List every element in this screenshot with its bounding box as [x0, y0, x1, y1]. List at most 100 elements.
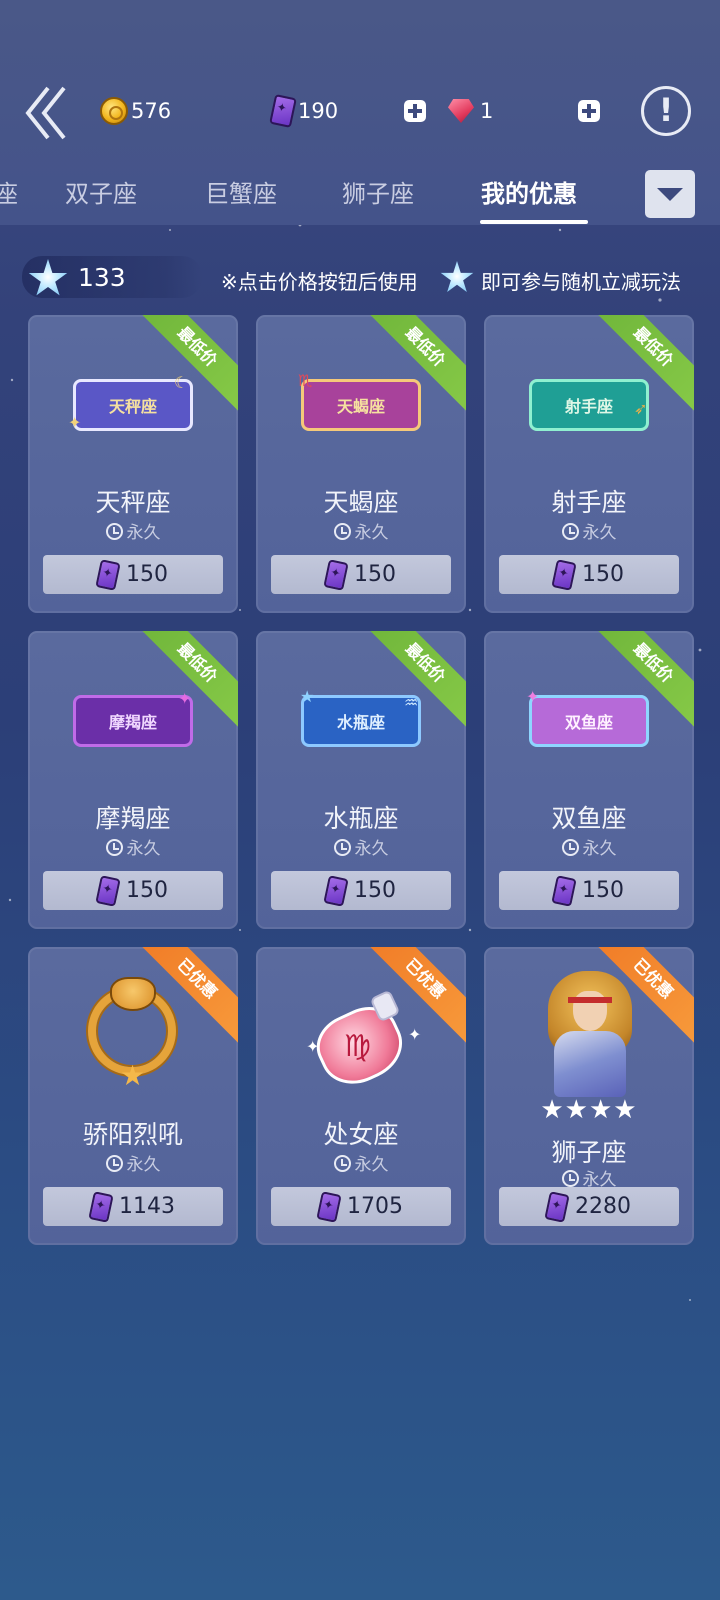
price-button[interactable]: 2280 — [499, 1187, 679, 1226]
frame-preview: 射手座 — [529, 379, 649, 431]
item-card[interactable]: 最低价 双鱼座 ✦ 双鱼座 永久 150 — [484, 631, 694, 929]
clock-icon — [561, 839, 579, 856]
clock-icon — [105, 1155, 123, 1172]
frame-text: 天秤座 — [108, 397, 157, 416]
star-count: 133 — [78, 263, 126, 292]
item-name: 处女座 — [323, 1120, 399, 1149]
tab-partial[interactable]: 座 — [0, 174, 18, 209]
coin-balance: 576 — [100, 96, 171, 126]
scorpion-icon: ♏ — [298, 371, 313, 390]
tab-leo[interactable]: 狮子座 — [342, 174, 414, 209]
price-button[interactable]: 150 — [43, 871, 223, 910]
card-icon — [95, 874, 121, 907]
clock-icon — [333, 523, 351, 540]
item-duration: 永久 — [28, 1150, 238, 1175]
clock-icon — [561, 523, 579, 540]
add-gem-button[interactable] — [578, 100, 600, 122]
frame-preview: 双鱼座 — [529, 695, 649, 747]
star-charm-icon: ★ — [120, 1059, 146, 1092]
frame-text: 射手座 — [564, 397, 613, 416]
card-balance: 190 — [269, 94, 339, 128]
item-duration: 永久 — [256, 518, 466, 543]
tabs-dropdown-button[interactable] — [645, 170, 695, 218]
sparkle-icon: ✦ — [306, 1037, 320, 1056]
tab-gemini[interactable]: 双子座 — [65, 174, 137, 209]
lion-head-icon — [110, 977, 156, 1011]
item-card[interactable]: 已优惠 ★★★★ 狮子座 永久 2280 — [484, 947, 694, 1245]
price-button[interactable]: 150 — [499, 871, 679, 910]
arrow-icon: ➶ — [634, 399, 648, 418]
tab-my-discounts[interactable]: 我的优惠 — [481, 174, 577, 209]
info-button[interactable]: ! — [641, 86, 691, 136]
star-deco-icon: ★ — [300, 687, 315, 706]
item-card[interactable]: 已优惠 ★ 骄阳烈吼 永久 1143 — [28, 947, 238, 1245]
item-name: 摩羯座 — [95, 804, 171, 833]
item-name: 双鱼座 — [551, 804, 627, 833]
add-card-button[interactable] — [404, 100, 426, 122]
sparkle-icon: ✦ — [178, 689, 192, 708]
frame-text: 双鱼座 — [564, 713, 613, 732]
item-card[interactable]: 最低价 摩羯座 ✦ 摩羯座 永久 150 — [28, 631, 238, 929]
price-button[interactable]: 1705 — [271, 1187, 451, 1226]
active-tab-indicator — [480, 220, 588, 224]
virgo-symbol-icon: ♍ — [344, 1029, 371, 1064]
frame-text: 摩羯座 — [108, 713, 157, 732]
item-name: 射手座 — [551, 488, 627, 517]
item-duration: 永久 — [484, 518, 694, 543]
star-icon-inline — [440, 261, 474, 292]
frame-text: 天蝎座 — [336, 397, 385, 416]
item-name: 天秤座 — [95, 488, 171, 517]
frame-preview: 水瓶座 — [301, 695, 421, 747]
price-button[interactable]: 150 — [271, 555, 451, 594]
aquarius-icon: ♒ — [404, 693, 419, 712]
sparkle-icon: ✦ — [408, 1025, 422, 1044]
category-tabs: 座 双子座 巨蟹座 狮子座 我的优惠 — [0, 168, 720, 224]
price-button[interactable]: 150 — [499, 555, 679, 594]
hint-text-2: 即可参与随机立减玩法 — [481, 270, 681, 294]
gem-balance: 1 — [448, 96, 493, 126]
card-icon — [323, 558, 349, 591]
item-name: 狮子座 — [551, 1138, 627, 1167]
gem-icon — [448, 99, 474, 123]
card-icon — [323, 874, 349, 907]
item-name: 天蝎座 — [323, 488, 399, 517]
frame-text: 水瓶座 — [336, 713, 385, 732]
clock-icon — [333, 1155, 351, 1172]
item-card[interactable]: 最低价 射手座 ➶ 射手座 永久 150 — [484, 315, 694, 613]
frame-preview: 天蝎座 — [301, 379, 421, 431]
card-icon — [551, 558, 577, 591]
moon-icon: ☾ — [174, 373, 189, 392]
card-value: 190 — [298, 99, 339, 123]
clock-icon — [105, 839, 123, 856]
price-button[interactable]: 150 — [43, 555, 223, 594]
item-card[interactable]: 最低价 天蝎座 ♏ 天蝎座 永久 150 — [256, 315, 466, 613]
rarity-stars: ★★★★ — [540, 1095, 638, 1125]
item-duration: 永久 — [28, 834, 238, 859]
item-duration: 永久 — [484, 834, 694, 859]
item-name: 水瓶座 — [323, 804, 399, 833]
clock-icon — [561, 1170, 579, 1187]
coin-icon — [100, 97, 128, 125]
card-icon — [551, 874, 577, 907]
sparkle-icon: ✦ — [526, 687, 540, 706]
coin-value: 576 — [131, 99, 172, 123]
card-icon — [95, 558, 121, 591]
price-button[interactable]: 150 — [271, 871, 451, 910]
card-icon — [544, 1190, 570, 1223]
sparkle-icon: ✦ — [68, 413, 82, 432]
tab-cancer[interactable]: 巨蟹座 — [205, 174, 277, 209]
character-headband — [568, 997, 612, 1003]
item-card[interactable]: 已优惠 ♍ ✦ ✦ 处女座 永久 1705 — [256, 947, 466, 1245]
item-card[interactable]: 最低价 天秤座 ✦ ☾ 天秤座 永久 150 — [28, 315, 238, 613]
card-icon — [269, 94, 297, 128]
hint-text: ※点击价格按钮后使用 — [221, 270, 418, 294]
gem-value: 1 — [480, 99, 494, 123]
item-card[interactable]: 最低价 水瓶座 ★ ♒ 水瓶座 永久 150 — [256, 631, 466, 929]
clock-icon — [105, 523, 123, 540]
exclamation-icon: ! — [658, 91, 674, 129]
character-body — [554, 1031, 626, 1097]
item-duration: 永久 — [256, 834, 466, 859]
item-duration: 永久 — [28, 518, 238, 543]
price-button[interactable]: 1143 — [43, 1187, 223, 1226]
back-icon[interactable] — [22, 84, 72, 142]
